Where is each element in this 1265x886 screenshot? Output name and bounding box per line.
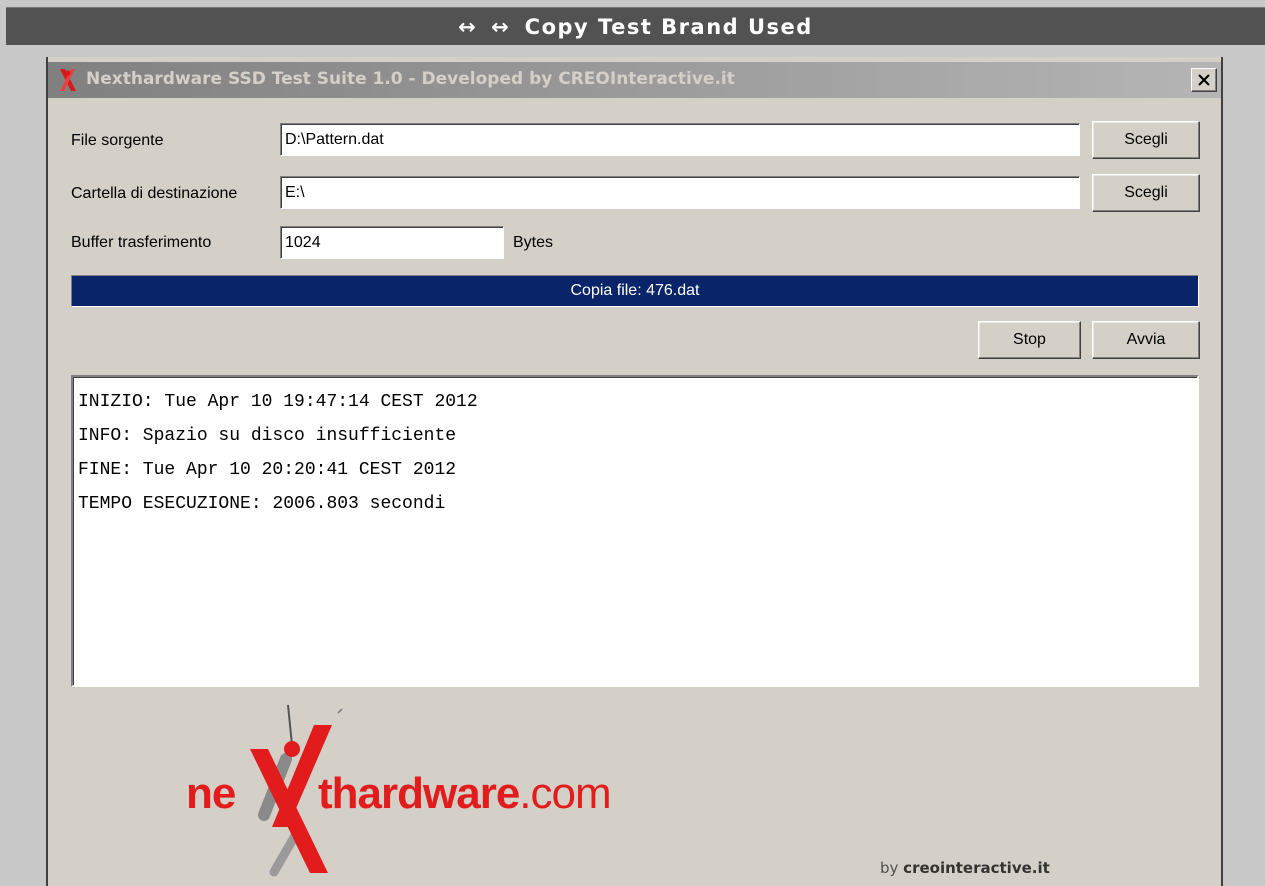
copy-progress-bar: Copia file: 476.dat: [71, 275, 1199, 307]
logo-prefix: ne: [186, 769, 236, 818]
byline-name: creointeractive.it: [903, 859, 1050, 877]
close-icon: [1198, 74, 1210, 86]
choose-source-button[interactable]: Scegli: [1092, 121, 1200, 159]
log-line: INFO: Spazio su disco insufficiente: [78, 426, 457, 446]
nexthardware-logo: ne thardware.com: [186, 697, 626, 886]
log-line: FINE: Tue Apr 10 20:20:41 CEST 2012: [78, 460, 457, 480]
source-file-label: File sorgente: [71, 132, 164, 149]
log-output[interactable]: INIZIO: Tue Apr 10 19:47:14 CEST 2012 IN…: [71, 375, 1199, 687]
progress-status-text: Copia file: 476.dat: [570, 282, 700, 299]
buffer-unit-label: Bytes: [513, 234, 554, 251]
logo-suffix: .com: [519, 769, 611, 818]
window-titlebar[interactable]: Nexthardware SSD Test Suite 1.0 - Develo…: [48, 62, 1221, 98]
choose-destination-button[interactable]: Scegli: [1092, 174, 1200, 212]
source-file-input[interactable]: [280, 123, 1080, 156]
destination-folder-label: Cartella di destinazione: [71, 185, 238, 202]
log-line: INIZIO: Tue Apr 10 19:47:14 CEST 2012: [78, 392, 478, 412]
credits-byline: by creointeractive.it: [880, 859, 1050, 877]
buffer-label: Buffer trasferimento: [71, 234, 212, 251]
logo-main: thardware: [318, 769, 520, 818]
destination-folder-input[interactable]: [280, 176, 1080, 209]
close-button[interactable]: [1191, 68, 1217, 92]
window-title: Nexthardware SSD Test Suite 1.0 - Develo…: [86, 69, 735, 89]
app-window: Nexthardware SSD Test Suite 1.0 - Develo…: [46, 57, 1223, 886]
buffer-size-input[interactable]: [280, 226, 504, 259]
byline-prefix: by: [880, 859, 904, 877]
start-button[interactable]: Avvia: [1092, 321, 1200, 359]
page-header-title: Copy Test Brand Used: [524, 14, 813, 39]
log-line: TEMPO ESECUZIONE: 2006.803 secondi: [78, 494, 446, 514]
page-header: ↔ ↔ Copy Test Brand Used: [6, 7, 1265, 45]
stop-button[interactable]: Stop: [978, 321, 1081, 359]
swap-arrows-icon: ↔ ↔: [458, 14, 513, 39]
x-logo-icon: [60, 69, 76, 91]
logo-wordmark: thardware.com: [318, 769, 612, 819]
